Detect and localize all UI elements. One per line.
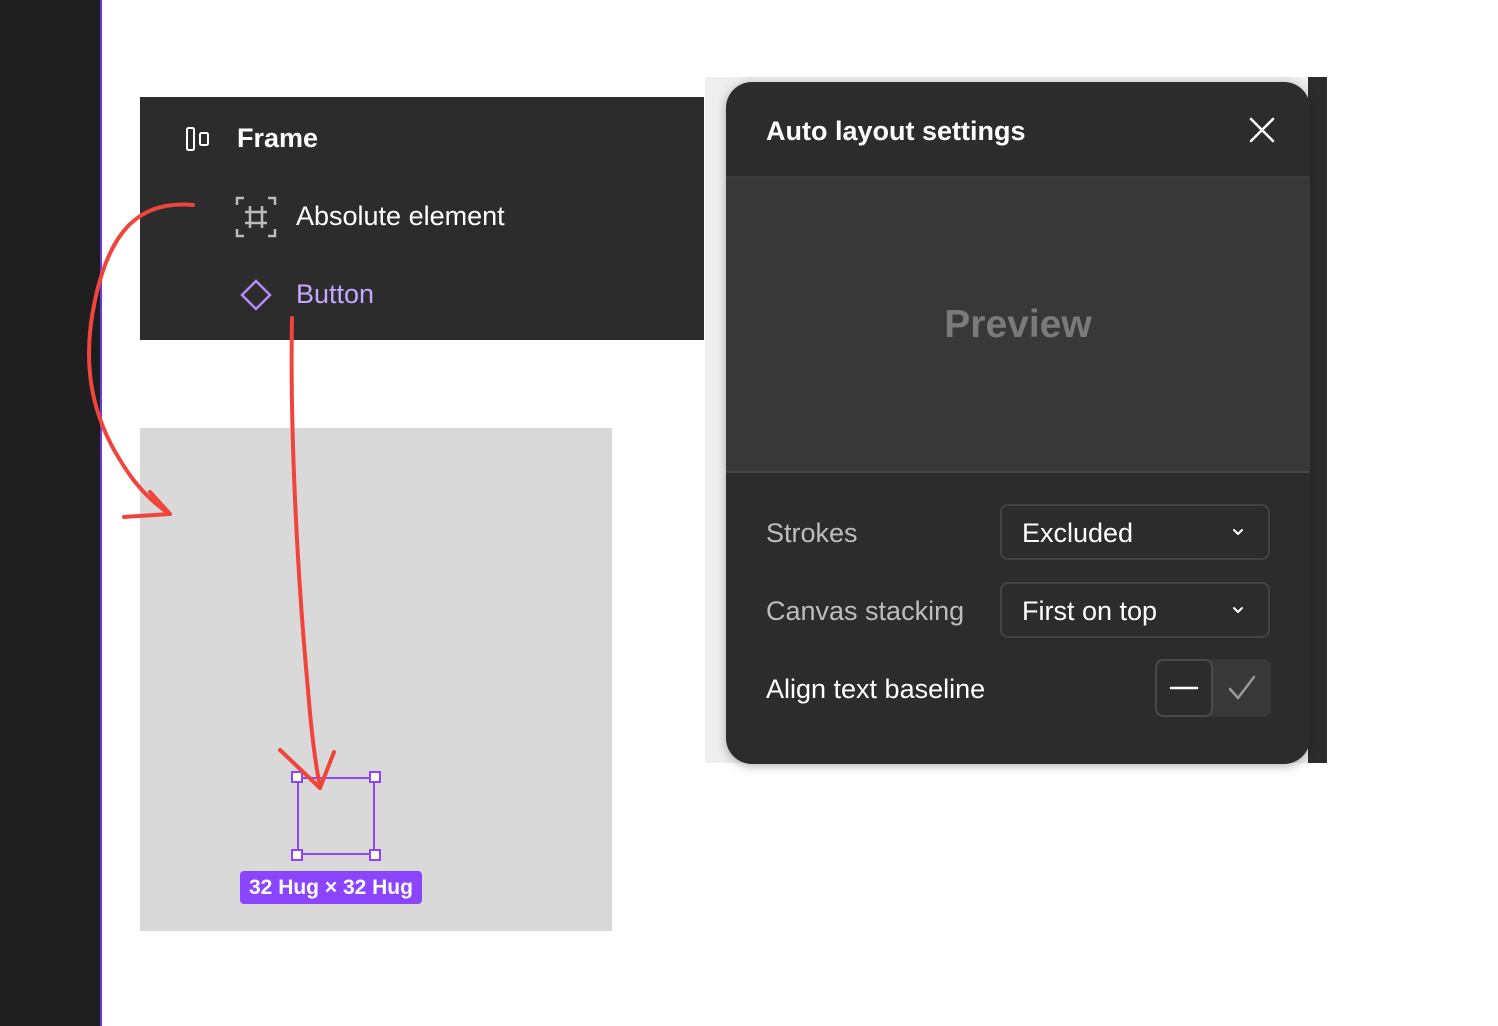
chevron-down-icon xyxy=(1233,529,1243,535)
popup-title: Auto layout settings xyxy=(766,116,1026,146)
close-icon xyxy=(1249,117,1275,143)
align-baseline-toggle xyxy=(1155,659,1271,717)
selection-box[interactable] xyxy=(297,777,375,855)
canvas-stacking-select[interactable]: First on top xyxy=(1000,582,1270,638)
frame-edge-line xyxy=(100,0,102,1026)
layers-panel: Frame Absolute element Button xyxy=(140,97,704,340)
resize-handle-top-left[interactable] xyxy=(291,771,303,783)
preview-label: Preview xyxy=(944,302,1092,346)
layer-label: Button xyxy=(296,279,375,309)
component-instance-icon xyxy=(239,278,273,312)
absolute-position-icon xyxy=(235,196,277,238)
toggle-off-option[interactable] xyxy=(1155,659,1213,717)
layer-item-absolute-element[interactable]: Absolute element xyxy=(140,187,704,247)
align-baseline-label: Align text baseline xyxy=(766,674,986,704)
strokes-select[interactable]: Excluded xyxy=(1000,504,1270,560)
layer-label: Absolute element xyxy=(296,201,505,231)
canvas-stacking-value: First on top xyxy=(1022,596,1158,626)
auto-layout-frame-icon xyxy=(184,125,212,153)
properties-panel-edge xyxy=(1308,77,1327,763)
layer-item-frame[interactable]: Frame xyxy=(140,109,704,169)
size-badge: 32 Hug × 32 Hug xyxy=(240,871,422,904)
auto-layout-settings-popup: Auto layout settings Preview Strokes Exc… xyxy=(726,82,1310,764)
popup-header: Auto layout settings xyxy=(726,82,1310,178)
strokes-label: Strokes xyxy=(766,518,858,548)
dash-icon xyxy=(1169,686,1199,690)
checkmark-icon xyxy=(1228,675,1256,700)
toggle-on-option[interactable] xyxy=(1213,659,1271,717)
resize-handle-top-right[interactable] xyxy=(369,771,381,783)
close-button[interactable] xyxy=(1244,112,1280,148)
strokes-value: Excluded xyxy=(1022,518,1134,548)
preview-area: Preview xyxy=(726,178,1310,473)
chevron-down-icon xyxy=(1233,607,1243,613)
resize-handle-bottom-left[interactable] xyxy=(291,849,303,861)
resize-handle-bottom-right[interactable] xyxy=(369,849,381,861)
layer-item-button[interactable]: Button xyxy=(140,265,704,325)
canvas-stacking-label: Canvas stacking xyxy=(766,596,965,626)
layer-label: Frame xyxy=(237,123,319,153)
left-sidebar-strip xyxy=(0,0,100,1026)
